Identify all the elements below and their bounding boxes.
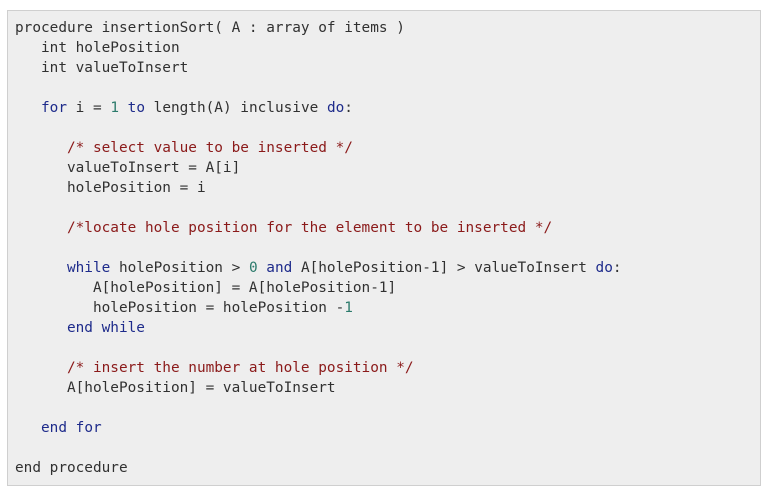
code-line: /* insert the number at hole position */	[15, 358, 760, 378]
code-token-text: i =	[67, 100, 111, 116]
code-token-text: holePosition = holePosition -	[15, 300, 345, 316]
code-line: end for	[15, 418, 760, 438]
code-token-keyword: and	[266, 260, 293, 276]
code-token-comment: /* insert the number at hole position */	[66, 360, 414, 376]
code-line: end procedure	[15, 458, 760, 478]
code-token-text: :	[344, 100, 353, 116]
code-token-keyword: while	[66, 260, 111, 276]
code-token-comment: /* select value to be inserted */	[66, 140, 353, 156]
code-token-keyword: do	[326, 100, 345, 116]
code-lines: procedure insertionSort( A : array of it…	[15, 18, 760, 478]
code-line: holePosition = i	[15, 178, 760, 198]
code-line: valueToInsert = A[i]	[15, 158, 760, 178]
code-block: procedure insertionSort( A : array of it…	[7, 10, 761, 486]
code-token-comment: /*locate hole position for the element t…	[66, 220, 553, 236]
code-line: for i = 1 to length(A) inclusive do:	[15, 98, 760, 118]
code-token-text: A[holePosition-1] > valueToInsert	[292, 260, 596, 276]
code-line: int holePosition	[15, 38, 760, 58]
code-token-text: length(A) inclusive	[145, 100, 327, 116]
code-token-text: int valueToInsert	[15, 60, 189, 76]
code-token-number: 1	[344, 300, 353, 316]
code-line: A[holePosition] = A[holePosition-1]	[15, 278, 760, 298]
code-line: /*locate hole position for the element t…	[15, 218, 760, 238]
code-token-text: end procedure	[15, 460, 128, 476]
code-token-text: holePosition = i	[15, 180, 206, 196]
code-line: procedure insertionSort( A : array of it…	[15, 18, 760, 38]
code-token-text: valueToInsert = A[i]	[15, 160, 241, 176]
code-token-keyword: to	[127, 100, 145, 116]
code-line: /* select value to be inserted */	[15, 138, 760, 158]
code-token-text: A[holePosition] = valueToInsert	[15, 380, 336, 396]
code-line: end while	[15, 318, 760, 338]
code-token-keyword: for	[41, 100, 67, 116]
code-token-keyword: end for	[41, 420, 102, 436]
code-token-number: 0	[248, 260, 258, 276]
code-token-keyword: do	[595, 260, 613, 276]
code-line: int valueToInsert	[15, 58, 760, 78]
code-line: holePosition = holePosition -1	[15, 298, 760, 318]
code-token-text: A[holePosition] = A[holePosition-1]	[15, 280, 397, 296]
code-line: A[holePosition] = valueToInsert	[15, 378, 760, 398]
code-token-keyword: end while	[66, 320, 145, 336]
code-token-number: 1	[110, 100, 119, 116]
code-token-text: :	[612, 260, 622, 276]
code-line: while holePosition > 0 and A[holePositio…	[15, 258, 760, 278]
code-token-text: procedure insertionSort( A : array of it…	[15, 20, 405, 36]
code-token-text: holePosition >	[110, 260, 249, 276]
code-token-text: int holePosition	[15, 40, 180, 56]
